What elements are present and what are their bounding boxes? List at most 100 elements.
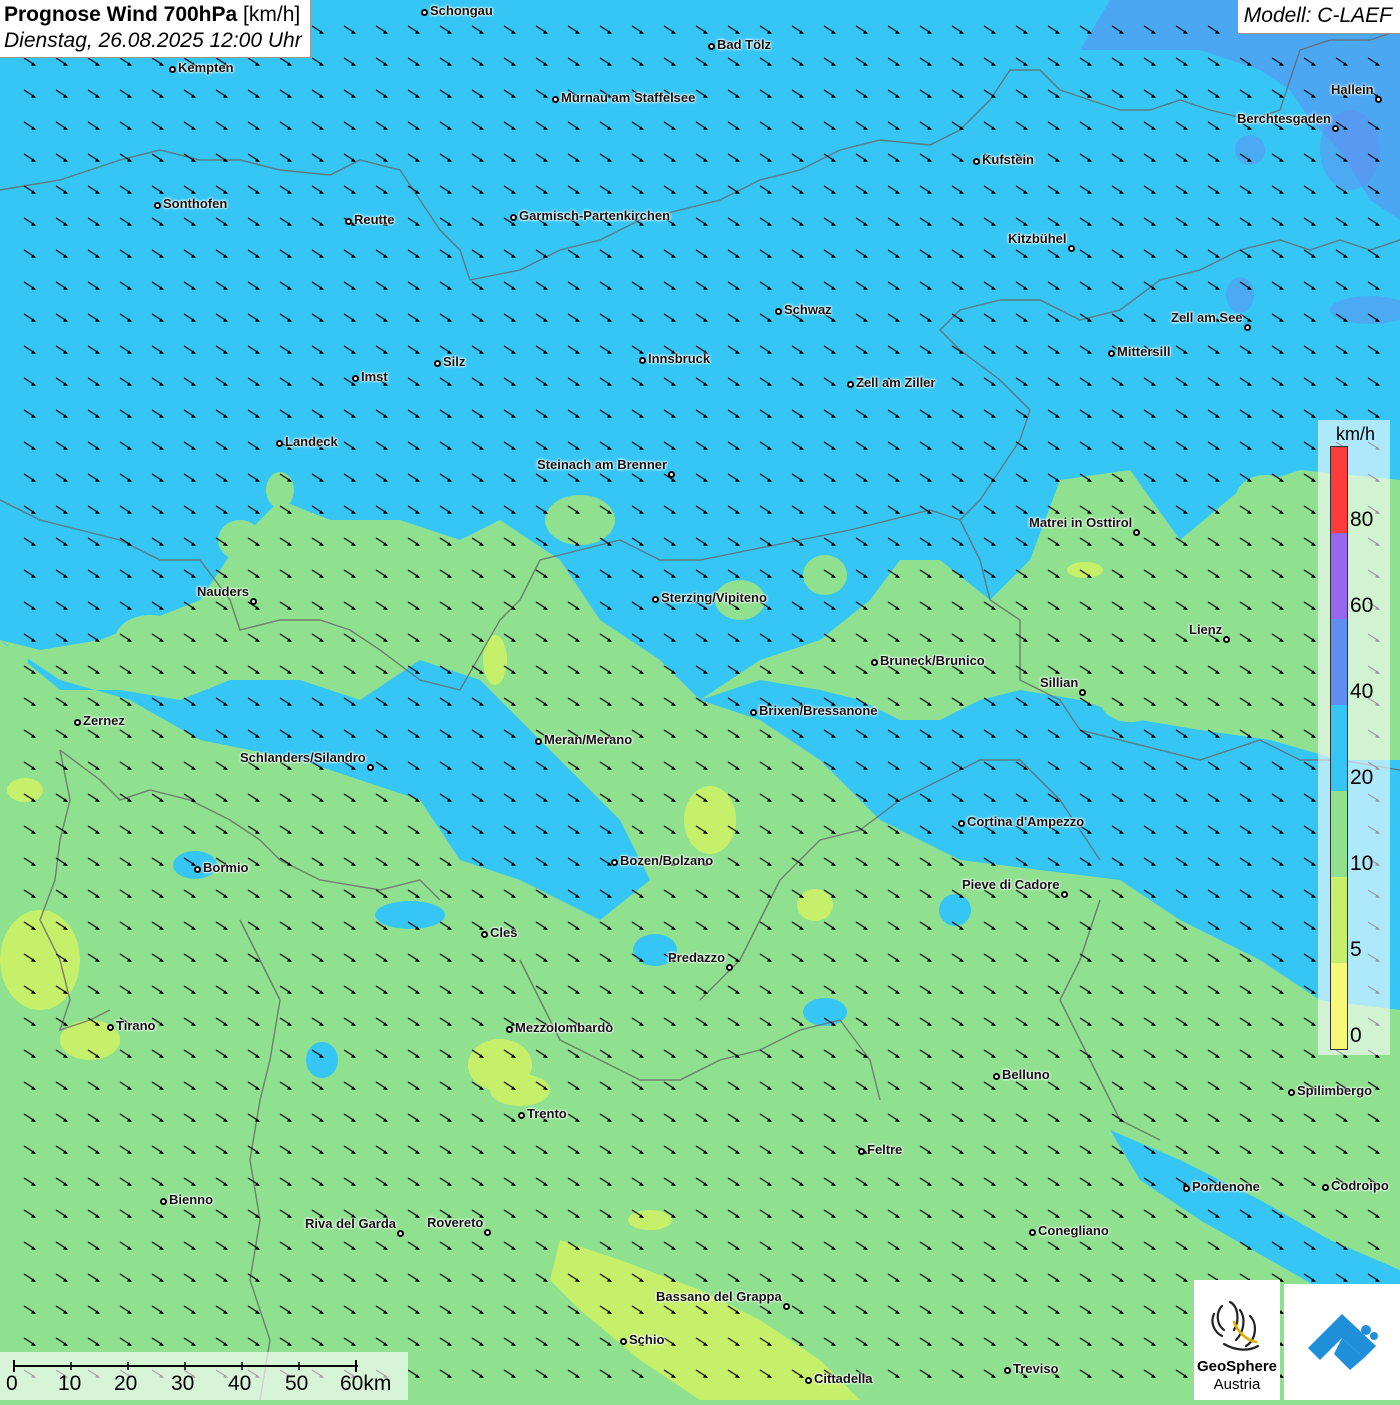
city-label: Belluno xyxy=(1002,1067,1050,1082)
city-marker xyxy=(433,359,441,367)
scale-label: 10 xyxy=(58,1372,82,1395)
city-label: Schio xyxy=(629,1332,665,1347)
city-marker xyxy=(1222,635,1230,643)
city-label: Treviso xyxy=(1013,1361,1059,1376)
city-label: Imst xyxy=(361,369,388,384)
legend-label: 40 xyxy=(1350,680,1374,703)
city-marker xyxy=(483,1228,491,1236)
legend-color-step xyxy=(1331,619,1347,705)
title-unit: [km/h] xyxy=(243,3,301,26)
city-label: Garmisch-Partenkirchen xyxy=(519,208,671,223)
logo-subname: Austria xyxy=(1213,1376,1261,1393)
legend-label: 80 xyxy=(1350,508,1374,531)
legend-unit: km/h xyxy=(1336,424,1376,444)
city-label: Meran/Merano xyxy=(544,732,633,747)
legend-label: 0 xyxy=(1350,1024,1362,1047)
city-marker xyxy=(707,42,715,50)
legend-color-step xyxy=(1331,705,1347,791)
city-label: Bienno xyxy=(169,1192,214,1207)
city-label: Matrei in Osttirol xyxy=(1029,515,1133,530)
city-label: Rovereto xyxy=(427,1215,484,1230)
city-marker xyxy=(517,1111,525,1119)
city-marker xyxy=(846,380,854,388)
city-label: Silz xyxy=(443,354,466,369)
city-marker xyxy=(73,718,81,726)
city-marker xyxy=(344,217,352,225)
scale-label: 40 xyxy=(228,1372,252,1395)
city-marker xyxy=(749,708,757,716)
scale-label: 60km xyxy=(340,1372,392,1395)
city-label: Brixen/Bressanone xyxy=(759,703,878,718)
city-label: Bad Tölz xyxy=(717,37,772,52)
city-marker xyxy=(1132,528,1140,536)
legend-color-step xyxy=(1331,963,1347,1049)
city-label: Pordenone xyxy=(1192,1179,1260,1194)
legend-label: 10 xyxy=(1350,852,1374,875)
city-label: Predazzo xyxy=(668,950,726,965)
city-label: Schwaz xyxy=(784,302,832,317)
city-label: Reutte xyxy=(354,212,395,227)
city-label: Kitzbühel xyxy=(1008,231,1067,246)
city-marker xyxy=(366,763,374,771)
legend-colorbar xyxy=(1330,446,1348,1050)
city-marker xyxy=(249,597,257,605)
city-label: Sterzing/Vipiteno xyxy=(661,590,767,605)
title-box: Prognose Wind 700hPa [km/h] Dienstag, 26… xyxy=(0,0,311,58)
city-marker xyxy=(396,1229,404,1237)
city-marker xyxy=(774,307,782,315)
city-label: Zell am Ziller xyxy=(856,375,936,390)
city-label: Cles xyxy=(490,925,518,940)
city-label: Nauders xyxy=(197,584,250,599)
forecast-datetime: Dienstag, 26.08.2025 12:00 Uhr xyxy=(4,29,302,52)
scale-bar: 0 10 20 30 40 50 60km xyxy=(0,1352,408,1400)
city-marker xyxy=(153,201,161,209)
legend-label: 20 xyxy=(1350,766,1374,789)
city-marker xyxy=(420,8,428,16)
city-label: Cittadella xyxy=(814,1371,873,1386)
city-marker xyxy=(638,356,646,364)
city-marker xyxy=(725,963,733,971)
warning-app-icon xyxy=(1308,1314,1378,1370)
city-label: Bruneck/Brunico xyxy=(880,653,985,668)
city-marker xyxy=(651,595,659,603)
city-marker xyxy=(534,737,542,745)
legend-label: 5 xyxy=(1350,938,1362,961)
city-marker xyxy=(972,157,980,165)
city-marker xyxy=(804,1376,812,1384)
city-marker xyxy=(1182,1184,1190,1192)
city-marker xyxy=(551,95,559,103)
city-label: Bassano del Grappa xyxy=(656,1289,782,1304)
legend-color-step xyxy=(1331,791,1347,877)
city-label: Hallein xyxy=(1331,82,1374,97)
city-label: Bormio xyxy=(203,860,249,875)
city-marker xyxy=(857,1147,865,1155)
city-label: Trento xyxy=(527,1106,567,1121)
city-label: Zell am See xyxy=(1171,310,1243,325)
page-title: Prognose Wind 700hPa [km/h] xyxy=(4,3,302,27)
city-label: Schlanders/Silandro xyxy=(240,750,366,765)
app-logo xyxy=(1284,1284,1400,1400)
city-marker xyxy=(1107,349,1115,357)
legend-label: 60 xyxy=(1350,594,1374,617)
legend-color-step xyxy=(1331,877,1347,963)
city-marker xyxy=(619,1337,627,1345)
city-marker xyxy=(275,439,283,447)
city-label: Kufstein xyxy=(982,152,1034,167)
logo-name: GeoSphere xyxy=(1196,1358,1278,1375)
city-marker xyxy=(667,470,675,478)
city-label: Mezzolombardo xyxy=(515,1020,614,1035)
city-marker xyxy=(159,1197,167,1205)
city-marker xyxy=(1067,244,1075,252)
city-marker xyxy=(1078,688,1086,696)
city-label: Steinach am Brenner xyxy=(537,457,668,472)
city-label: Sonthofen xyxy=(163,196,228,211)
city-marker xyxy=(870,658,878,666)
city-label: Bozen/Bolzano xyxy=(620,853,714,868)
city-label: Berchtesgaden xyxy=(1237,111,1331,126)
scale-label: 20 xyxy=(114,1372,138,1395)
city-marker xyxy=(1331,124,1339,132)
city-label: Zernez xyxy=(83,713,125,728)
city-label: Codroipo xyxy=(1331,1178,1389,1193)
city-marker xyxy=(1287,1088,1295,1096)
scale-label: 50 xyxy=(285,1372,309,1395)
